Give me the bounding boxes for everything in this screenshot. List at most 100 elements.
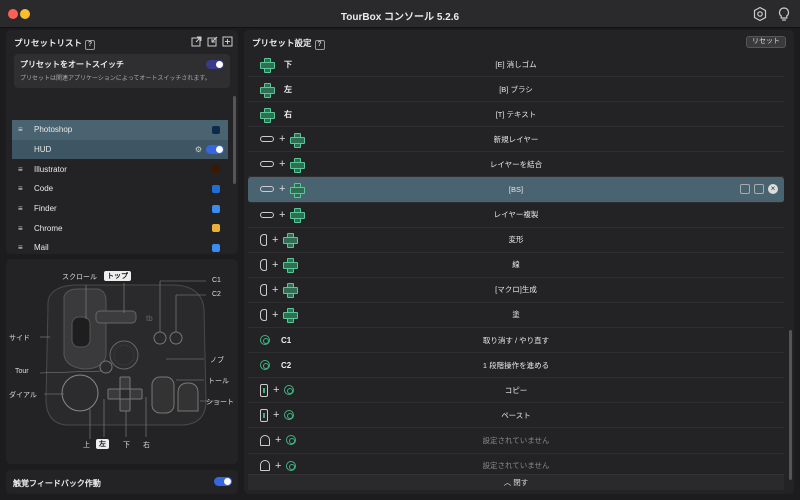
action-label: 1 段階操作を進める	[482, 360, 550, 370]
drag-handle-icon[interactable]: ≡	[18, 125, 26, 134]
drag-handle-icon[interactable]: ≡	[18, 243, 26, 252]
drag-handle-icon[interactable]: ≡	[18, 184, 26, 193]
mapping-row[interactable]: + 変形	[248, 228, 784, 253]
label-side: サイド	[9, 335, 30, 342]
preset-list-scrollbar[interactable]	[233, 96, 236, 184]
mapping-row[interactable]: + 線	[248, 253, 784, 278]
label-down: 下	[123, 442, 130, 449]
haptic-feedback-row: 触覚フィードバック作動	[6, 470, 238, 494]
mapping-row[interactable]: + 設定されていません	[248, 428, 784, 454]
lightbulb-icon[interactable]	[776, 6, 792, 22]
row-actions: ×	[740, 184, 778, 195]
action-label: [マクロ]生成	[495, 285, 537, 295]
label-scroll: スクロール	[62, 274, 97, 281]
action-label: [T] テキスト	[495, 109, 537, 119]
mapping-row[interactable]: + レイヤー複製	[248, 203, 784, 228]
import-icon[interactable]	[207, 36, 218, 49]
action-label: 設定されていません	[482, 435, 550, 445]
export-icon[interactable]	[191, 36, 202, 49]
preset-item[interactable]: ≡ Mail	[12, 238, 228, 258]
tourbox-device-diagram: tb	[39, 280, 220, 439]
drag-handle-icon[interactable]: ≡	[18, 204, 26, 213]
hud-toggle[interactable]	[206, 144, 224, 154]
add-preset-icon[interactable]	[222, 36, 233, 49]
window-title: TourBox コンソール 5.2.6	[340, 12, 460, 23]
haptic-feedback-toggle[interactable]	[214, 477, 232, 486]
label-left: 左	[96, 439, 109, 449]
app-chrome-icon	[212, 224, 220, 233]
mapping-row[interactable]: 左 [B] ブラシ	[248, 77, 784, 103]
label-short: ショート	[206, 399, 234, 406]
chevron-up-icon: ︿	[503, 478, 514, 487]
mapping-row[interactable]: + [BS] ×	[248, 177, 784, 203]
preset-settings-title: プリセット設定?	[252, 37, 325, 50]
action-label: [E] 消しゴム	[495, 59, 537, 69]
app-finder-icon	[212, 204, 220, 213]
preset-item[interactable]: ≡ Finder	[12, 199, 228, 219]
auto-switch-label: プリセットをオートスイッチ	[20, 60, 124, 69]
mapping-row[interactable]: + 新規レイヤー	[248, 127, 784, 153]
device-diagram-panel: tb スクロール トップ C1 C2 サイド ノブ Tour トール ダイアル …	[6, 259, 238, 464]
action-label: レイヤーを結合	[489, 159, 543, 169]
mapping-row[interactable]: 右 [T] テキスト	[248, 102, 784, 128]
label-c2: C2	[212, 291, 221, 298]
label-tall: トール	[208, 378, 229, 385]
mapping-row[interactable]: 下 [E] 消しゴム	[248, 52, 784, 78]
auto-switch-description: プリセットは関連アプリケーションによってオートスイッチされます。	[20, 76, 211, 82]
action-label: レイヤー複製	[493, 210, 539, 220]
action-label: 変形	[508, 235, 524, 245]
preset-item[interactable]: HUD ⚙	[12, 139, 228, 160]
action-label: [BS]	[508, 185, 524, 195]
app-ai-icon	[212, 165, 220, 174]
preset-item[interactable]: ≡ Illustrator	[12, 159, 228, 179]
mapping-row[interactable]: C2 1 段階操作を進める	[248, 353, 784, 379]
settings-gear-icon[interactable]	[752, 6, 768, 22]
collapse-label: 閉す	[513, 478, 529, 487]
preset-item[interactable]: ≡ Code	[12, 179, 228, 199]
action-label: 取り消す / やり直す	[482, 335, 550, 345]
label-knob: ノブ	[210, 357, 224, 364]
action-label: コピー	[504, 385, 528, 395]
action-label: 設定されていません	[482, 461, 550, 471]
mapping-row[interactable]: + 設定されていません	[248, 454, 784, 475]
action-label: ペースト	[501, 410, 531, 420]
preset-item-label: Mail	[34, 243, 49, 253]
mapping-row[interactable]: + コピー	[248, 378, 784, 404]
mapping-row[interactable]: + [マクロ]生成	[248, 278, 784, 303]
edit-icon[interactable]	[740, 184, 750, 195]
preset-item-label: Finder	[34, 204, 57, 214]
app-vscode-icon	[212, 184, 220, 193]
label-c1: C1	[212, 277, 221, 284]
svg-text:tb: tb	[146, 314, 153, 323]
label-top: トップ	[104, 271, 131, 281]
preset-item[interactable]: ≡ Photoshop	[12, 120, 228, 140]
title-bar: TourBox コンソール 5.2.6	[0, 0, 800, 28]
preset-item[interactable]: ≡ Chrome	[12, 218, 228, 238]
settings-scrollbar[interactable]	[789, 330, 792, 480]
label-tour: Tour	[15, 368, 29, 375]
preset-list-panel: プリセットリスト? プリセットをオートスイッチ プリセットは関連アプリケーション…	[6, 30, 238, 272]
app-ps-icon	[212, 125, 220, 134]
auto-switch-box: プリセットをオートスイッチ プリセットは関連アプリケーションによってオートスイッ…	[14, 54, 230, 88]
hud-icon[interactable]	[754, 184, 764, 195]
action-label: 塗	[512, 310, 520, 320]
help-icon[interactable]: ?	[85, 40, 96, 50]
action-label: 線	[512, 260, 520, 270]
auto-switch-toggle[interactable]	[206, 60, 224, 69]
delete-icon[interactable]: ×	[768, 184, 778, 195]
mapping-row[interactable]: + 塗	[248, 303, 784, 329]
label-up: 上	[83, 442, 90, 449]
reset-button[interactable]: リセット	[746, 36, 786, 48]
drag-handle-icon[interactable]: ≡	[18, 165, 26, 174]
preset-list-title: プリセットリスト?	[14, 37, 96, 50]
preset-settings-panel: プリセット設定? リセット 下 [E] 消しゴム左 [B] ブラシ右 [T] テキスト…	[244, 30, 794, 494]
drag-handle-icon[interactable]: ≡	[18, 224, 26, 233]
label-right: 右	[143, 442, 150, 449]
mapping-row[interactable]: C1 取り消す / やり直す	[248, 328, 784, 354]
mapping-row[interactable]: + ペースト	[248, 403, 784, 429]
collapse-bar[interactable]: ︿ 閉す	[248, 474, 784, 490]
mapping-row[interactable]: + レイヤーを結合	[248, 152, 784, 178]
help-icon[interactable]: ?	[314, 40, 325, 50]
gear-icon[interactable]: ⚙	[195, 145, 202, 154]
preset-item-label: HUD	[34, 145, 52, 155]
